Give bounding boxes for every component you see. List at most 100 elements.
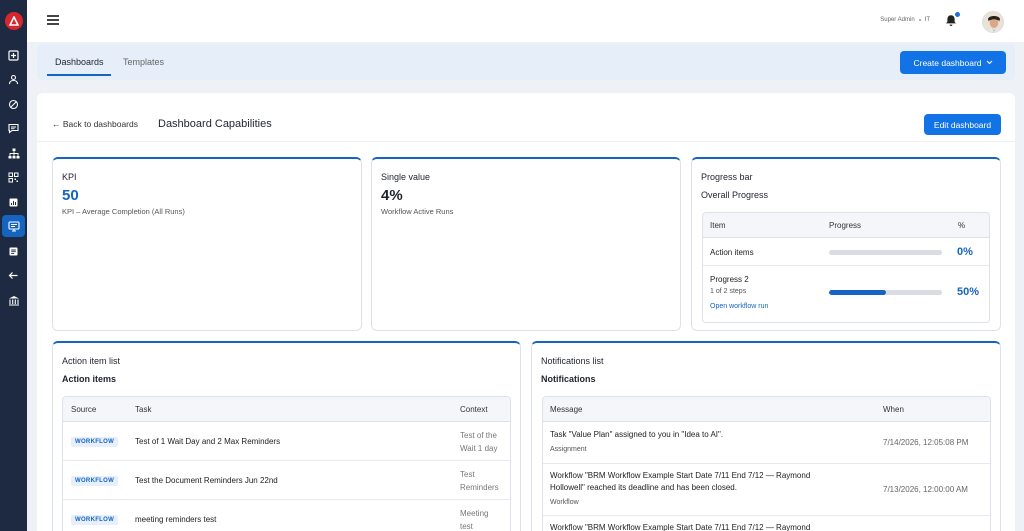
single-value-title: Single value <box>381 172 431 182</box>
table-row[interactable]: WORKFLOW Test the Document Reminders Jun… <box>63 461 510 500</box>
table-row[interactable]: WORKFLOW meeting reminders test Meeting t… <box>63 500 510 531</box>
source-badge: WORKFLOW <box>71 476 119 486</box>
context-line: Reminders <box>460 483 499 492</box>
monitor-icon[interactable] <box>2 215 25 237</box>
tag-icon[interactable] <box>2 93 25 115</box>
notification-message: Task "Value Plan" assigned to you in "Id… <box>550 430 724 439</box>
col-context: Context <box>460 405 488 414</box>
back-to-dashboards-link[interactable]: ← Back to dashboards <box>52 119 138 129</box>
notifications-table-header: Message When <box>543 397 990 422</box>
progress-title: Progress bar <box>701 172 753 182</box>
row-pct: 50% <box>957 286 980 298</box>
source-badge: WORKFLOW <box>71 515 119 525</box>
table-row[interactable]: Workflow "BRM Workflow Example Start Dat… <box>543 464 990 516</box>
list-icon[interactable] <box>2 240 25 262</box>
col-source: Source <box>71 405 97 414</box>
notifications-table: Message When Task "Value Plan" assigned … <box>542 396 991 531</box>
notifications-subtitle: Notifications <box>541 374 596 384</box>
kpi-caption: KPI – Average Completion (All Runs) <box>62 207 185 216</box>
task-name: Test of 1 Wait Day and 2 Max Reminders <box>135 437 281 446</box>
task-context: Test of the Wait 1 day <box>460 429 498 455</box>
progress-card: Progress bar Overall Progress Item Progr… <box>691 157 1001 331</box>
open-workflow-run-link[interactable]: Open workflow run <box>710 303 768 310</box>
action-list-card: Action item list Action items Source Tas… <box>52 341 521 531</box>
top-header: Super Admin IT <box>27 0 1024 42</box>
chat-icon[interactable] <box>2 117 25 139</box>
separator-dot <box>918 19 921 21</box>
col-message: Message <box>550 405 583 414</box>
progress-subtitle: Overall Progress <box>701 190 769 200</box>
kpi-title: KPI <box>62 172 77 182</box>
context-line: Test of the <box>460 431 497 440</box>
context-line: Wait 1 day <box>460 444 498 453</box>
progress-table: Item Progress % Action items 0% Progress… <box>702 212 990 323</box>
table-row[interactable]: Workflow "BRM Workflow Example Start Dat… <box>543 516 990 531</box>
table-row: Action items 0% <box>703 238 989 266</box>
kpi-value: 50 <box>62 187 79 204</box>
notifications-title: Notifications list <box>541 356 604 366</box>
single-value-caption: Workflow Active Runs <box>381 207 454 216</box>
row-item: Action items <box>710 248 754 257</box>
tab-dashboards[interactable]: Dashboards <box>55 57 104 67</box>
active-tab-indicator <box>47 74 111 76</box>
progress-table-header: Item Progress % <box>703 213 989 238</box>
person-icon[interactable] <box>2 68 25 90</box>
notification-message: Workflow "BRM Workflow Example Start Dat… <box>550 523 811 531</box>
notification-type: Assignment <box>550 446 587 453</box>
table-row[interactable]: WORKFLOW Test of 1 Wait Day and 2 Max Re… <box>63 422 510 461</box>
page-title: Dashboard Capabilities <box>158 118 272 130</box>
edit-dashboard-button[interactable]: Edit dashboard <box>924 114 1001 135</box>
notification-time: 7/13/2026, 12:00:00 AM <box>883 485 968 494</box>
col-progress: Progress <box>829 221 862 230</box>
chart-icon[interactable] <box>2 191 25 213</box>
plus-square-icon[interactable] <box>2 44 25 66</box>
notification-message: Workflow "BRM Workflow Example Start Dat… <box>550 471 811 480</box>
notifications-card: Notifications list Notifications Message… <box>531 341 1001 531</box>
user-dept: IT <box>924 17 930 23</box>
create-dashboard-label: Create dashboard <box>913 57 982 68</box>
qr-icon[interactable] <box>2 166 25 188</box>
notification-message-line2: Hollowell" reached its deadline and has … <box>550 483 737 492</box>
bank-icon[interactable] <box>2 289 25 311</box>
tab-templates[interactable]: Templates <box>123 57 164 67</box>
tabs-bar: Dashboards Templates Create dashboard <box>37 44 1015 80</box>
edit-dashboard-label: Edit dashboard <box>933 119 992 130</box>
source-badge: WORKFLOW <box>71 437 119 447</box>
row-steps: 1 of 2 steps <box>710 288 747 295</box>
org-chart-icon[interactable] <box>2 142 25 164</box>
user-meta: Super Admin IT <box>880 17 930 23</box>
menu-icon[interactable] <box>47 15 59 25</box>
col-task: Task <box>135 405 152 414</box>
col-when: When <box>883 405 904 414</box>
task-context: Test Reminders <box>460 468 499 494</box>
context-line: Test <box>460 470 475 479</box>
user-name: Super Admin <box>880 17 915 23</box>
chevron-down-icon <box>986 60 992 65</box>
table-row[interactable]: Task "Value Plan" assigned to you in "Id… <box>543 422 990 464</box>
single-value-card: Single value 4% Workflow Active Runs <box>371 157 681 331</box>
action-items-table: Source Task Context WORKFLOW Test of 1 W… <box>62 396 511 531</box>
action-list-subtitle: Action items <box>62 374 117 384</box>
sidebar <box>0 0 27 531</box>
task-name: Test the Document Reminders Jun 22nd <box>135 476 278 485</box>
progress-bar <box>829 250 942 255</box>
create-dashboard-button[interactable]: Create dashboard <box>900 51 1006 74</box>
row-item: Progress 2 <box>710 275 749 284</box>
context-line: Meeting <box>460 509 489 518</box>
col-item: Item <box>710 221 726 230</box>
row-pct: 0% <box>957 246 973 258</box>
app-logo[interactable] <box>5 12 23 30</box>
user-avatar[interactable] <box>982 11 1004 33</box>
action-list-title: Action item list <box>62 356 121 366</box>
context-line: test <box>460 522 473 531</box>
notification-badge <box>955 12 960 17</box>
action-table-header: Source Task Context <box>63 397 510 422</box>
notification-type: Workflow <box>550 499 579 506</box>
notification-bell-icon[interactable] <box>945 12 960 32</box>
task-name: meeting reminders test <box>135 515 217 524</box>
arrow-left-icon[interactable] <box>2 264 25 286</box>
notification-time: 7/14/2026, 12:05:08 PM <box>883 438 969 447</box>
main-panel: ← Back to dashboards Dashboard Capabilit… <box>37 93 1015 531</box>
single-value-value: 4% <box>381 187 403 204</box>
progress-fill <box>829 290 886 295</box>
